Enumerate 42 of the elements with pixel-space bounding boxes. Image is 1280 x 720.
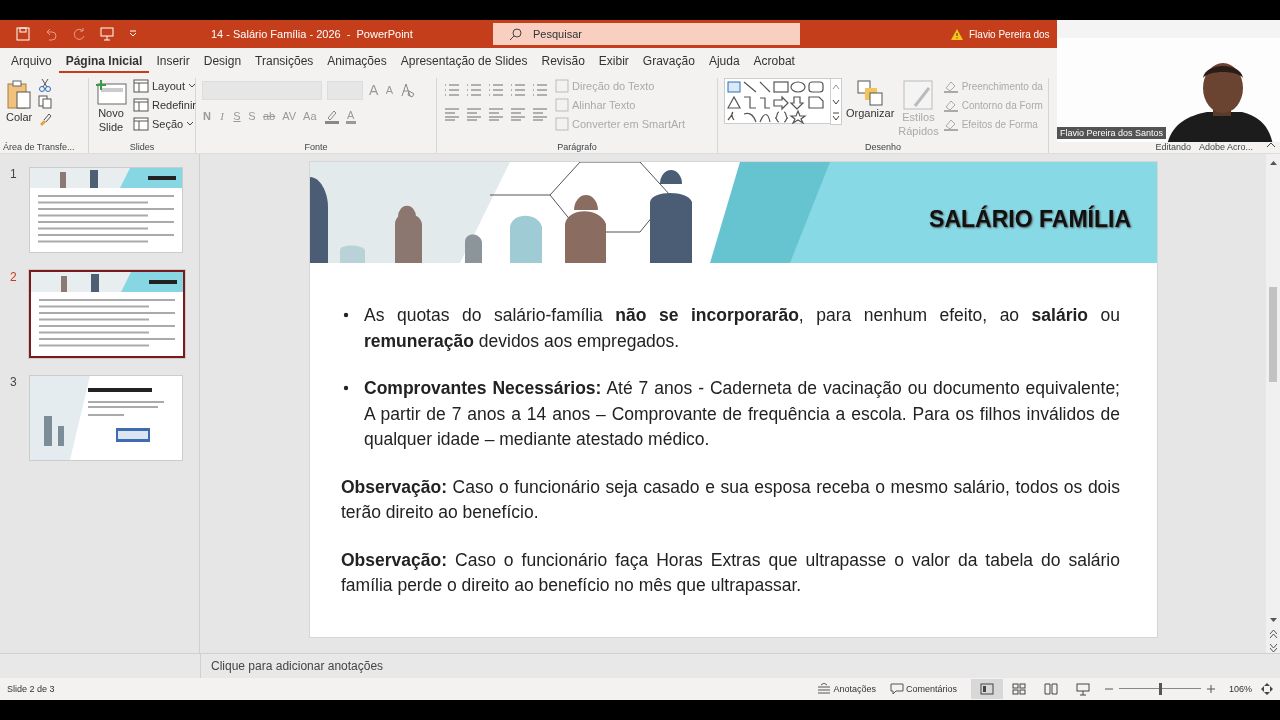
notes-button[interactable]: Anotações [817, 683, 876, 695]
search-field[interactable]: Pesquisar [493, 23, 800, 45]
slide-number: 2 [9, 270, 18, 284]
arrange-button[interactable]: Organizar [846, 78, 895, 120]
ribbon-tab[interactable]: Transições [248, 49, 321, 73]
ribbon-tab[interactable]: Acrobat [746, 49, 802, 73]
ribbon-tab[interactable]: Página Inicial [58, 49, 150, 73]
ribbon-tab[interactable]: Gravação [635, 49, 702, 73]
group-label: Desenho [865, 141, 901, 153]
group-label: Fonte [304, 141, 328, 153]
group-label: Área de Transfe... [3, 141, 75, 153]
window-title: 14 - Salário Família - 2026 - PowerPoint [211, 28, 414, 40]
ribbon-tab[interactable]: Arquivo [4, 49, 59, 73]
ribbon-tab[interactable]: Revisão [534, 49, 592, 73]
paragraph: As quotas do salário-família não se incorporarão, para nenhum efeito, ao salário ou remuneração devidos aos empregados. [364, 304, 1120, 353]
paragraph: Comprovantes Necessários: Até 7 anos - Caderneta de vacinação ou documento equivalente; A partir de 7 anos a 14 anos – Comprovante de frequência a escola. Para os filhos inválidos de qualquer idade – mediante atestado médico. [364, 377, 1120, 451]
slide-option-button[interactable]: Layout [133, 78, 197, 94]
group-label: Adobe Acro... [1199, 141, 1254, 153]
ribbon-tab[interactable]: Exibir [591, 49, 636, 73]
ribbon-tab[interactable]: Animações [320, 49, 394, 73]
paragraph: Observação: Caso o funcionário faça Horas Extras que ultrapasse o valor da tabela do salário família perde o direito ao benefício no mês que ultrapassar. [341, 548, 1120, 597]
paste-button[interactable]: Colar [6, 78, 33, 124]
group-label: Slides [129, 141, 155, 153]
slide-title: SALÁRIO FAMÍLIA [929, 206, 1131, 233]
slide-number: 3 [9, 375, 18, 389]
slide-counter: Slide 2 de 3 [7, 684, 55, 694]
new-slide-button[interactable]: Novo Slide [95, 78, 127, 134]
group-label: Editando [1155, 141, 1191, 153]
group-label: Parágrafo [557, 141, 597, 153]
comments-button[interactable]: Comentários [889, 683, 957, 695]
slide-option-button[interactable]: Redefinir [133, 97, 197, 113]
ribbon-tab[interactable]: Design [196, 49, 249, 73]
slide-number: 1 [9, 167, 18, 181]
paragraph: Observação: Caso o funcionário seja casado e sua esposa receba o mesmo salário, todos os dois terão direito ao benefício. [341, 475, 1120, 524]
slide-option-button[interactable]: Seção [133, 116, 197, 132]
user-name[interactable]: Flavio Pereira dos [969, 28, 1050, 40]
notes-field[interactable]: Clique para adicionar anotações [0, 653, 1280, 678]
participant-name: Flavio Pereira dos Santos [1057, 127, 1167, 139]
zoom-level[interactable]: 106% [1228, 684, 1252, 694]
ribbon-tab[interactable]: Inserir [149, 49, 197, 73]
ribbon-tab[interactable]: Apresentação de Slides [393, 49, 535, 73]
ribbon-tab[interactable]: Ajuda [701, 49, 747, 73]
